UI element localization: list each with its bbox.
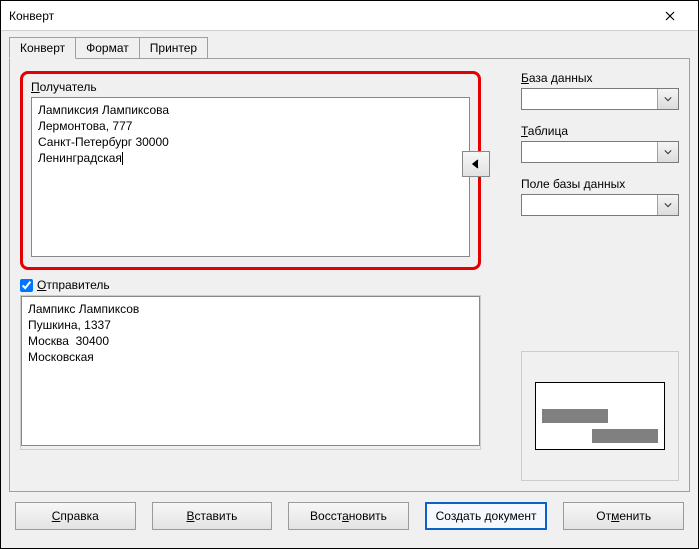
window-title: Конверт: [9, 9, 650, 23]
sender-label: Отправитель: [37, 278, 110, 292]
recipient-label: Получатель: [31, 80, 470, 94]
recipient-textarea[interactable]: Лампиксия Лампиксова Лермонтова, 777 Сан…: [31, 97, 470, 257]
envelope-icon: [535, 382, 665, 450]
help-button[interactable]: Справка: [15, 502, 136, 530]
create-document-button[interactable]: Создать документ: [425, 502, 548, 530]
insert-field-button[interactable]: [462, 151, 490, 177]
sender-checkbox[interactable]: [20, 279, 33, 292]
database-label: База данных: [521, 71, 679, 85]
database-field: База данных: [521, 71, 679, 110]
right-column: База данных Таблица Поле базы данных: [521, 71, 679, 481]
dialog-konvert: Конверт Конверт Формат Принтер Получател…: [0, 0, 699, 549]
envelope-preview: [521, 351, 679, 481]
tab-printer[interactable]: Принтер: [139, 37, 208, 59]
table-select[interactable]: [521, 141, 679, 163]
table-value: [522, 142, 658, 162]
dbfield-select[interactable]: [521, 194, 679, 216]
arrow-left-icon: [471, 159, 481, 169]
sender-header: Отправитель: [20, 278, 481, 292]
dbfield-value: [522, 195, 658, 215]
recipient-group: Получатель Лампиксия Лампиксова Лермонто…: [20, 71, 481, 270]
button-bar: Справка Вставить Восстановить Создать до…: [9, 492, 690, 540]
left-column: Получатель Лампиксия Лампиксова Лермонто…: [20, 71, 481, 481]
insert-button[interactable]: Вставить: [152, 502, 273, 530]
chevron-down-icon: [658, 142, 678, 162]
cancel-button[interactable]: Отменить: [563, 502, 684, 530]
tab-konvert[interactable]: Конверт: [9, 37, 76, 59]
dialog-body: Конверт Формат Принтер Получатель Лампик…: [1, 31, 698, 548]
sender-textarea[interactable]: [21, 296, 480, 446]
table-field: Таблица: [521, 124, 679, 163]
chevron-down-icon: [658, 195, 678, 215]
tabs: Конверт Формат Принтер: [9, 37, 690, 59]
tab-format[interactable]: Формат: [75, 37, 140, 59]
chevron-down-icon: [658, 89, 678, 109]
sender-group: [20, 295, 481, 450]
envelope-sender-area: [542, 409, 608, 423]
restore-button[interactable]: Восстановить: [288, 502, 409, 530]
envelope-recipient-area: [592, 429, 658, 443]
dbfield-label: Поле базы данных: [521, 177, 679, 191]
table-label: Таблица: [521, 124, 679, 138]
titlebar: Конверт: [1, 1, 698, 31]
database-value: [522, 89, 658, 109]
dbfield-field: Поле базы данных: [521, 177, 679, 216]
close-button[interactable]: [650, 2, 690, 30]
text-caret: [122, 152, 123, 165]
tab-panel-konvert: Получатель Лампиксия Лампиксова Лермонто…: [9, 58, 690, 492]
database-select[interactable]: [521, 88, 679, 110]
